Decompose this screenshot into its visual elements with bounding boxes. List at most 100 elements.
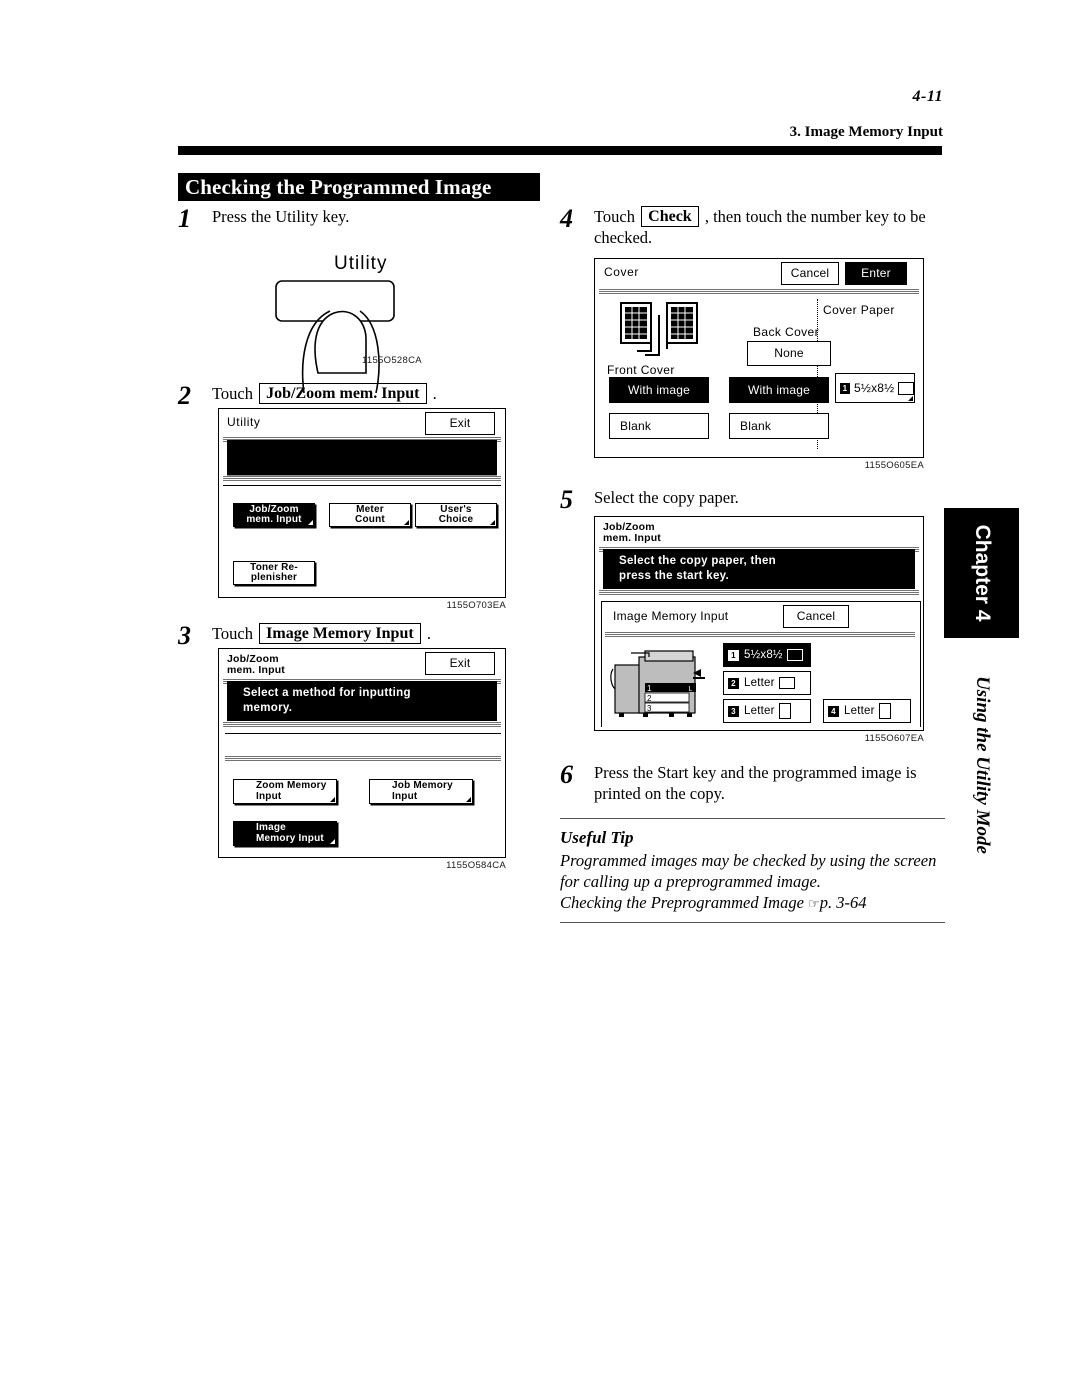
svg-text:2: 2 xyxy=(647,694,652,703)
paper-orientation-landscape-icon xyxy=(898,381,914,395)
step-4-text: Touch Check , then touch the number key … xyxy=(594,206,945,248)
cover-paper-size-label: 5½x8½ xyxy=(854,380,895,395)
tray-2-number: 2 xyxy=(728,677,739,689)
cover-paper-tray-number: 1 xyxy=(840,382,850,394)
lcd-cover-screen[interactable]: Cover Cancel Enter Back Cover Front Cove… xyxy=(594,258,924,458)
step-5-number: 5 xyxy=(560,485,573,514)
tray-3-number: 3 xyxy=(728,705,739,717)
step-4: 4 Touch Check , then touch the number ke… xyxy=(560,206,945,248)
exit-button[interactable]: Exit xyxy=(425,412,495,435)
lcd-cover-title: Cover xyxy=(604,265,640,279)
tray-4-label: Letter xyxy=(844,704,875,717)
front-cover-label: Front Cover xyxy=(607,363,675,377)
cancel-button[interactable]: Cancel xyxy=(781,262,839,285)
tray-3-label: Letter xyxy=(744,704,775,717)
back-cover-blank-button[interactable]: Blank xyxy=(729,413,829,439)
lcd-texture-bar-4 xyxy=(223,721,501,728)
lcd-button-image-memory-input-label: Image Memory Input xyxy=(256,822,324,844)
lcd-jobzoom-screen[interactable]: Job/Zoom mem. Input Exit Select a method… xyxy=(218,648,506,858)
cancel-button-2[interactable]: Cancel xyxy=(783,605,849,628)
utility-key-label: Utility xyxy=(334,253,388,274)
tray-1-number: 1 xyxy=(728,649,739,661)
figure-3-wrap: Job/Zoom mem. Input Exit Select a method… xyxy=(218,648,506,871)
tip-rule-top xyxy=(560,818,945,819)
chapter-tab-label: Chapter 4 xyxy=(970,524,994,622)
manual-page: 4-11 3. Image Memory Input Checking the … xyxy=(0,0,1080,1397)
cover-paper-size-button[interactable]: 1 5½x8½ xyxy=(835,373,915,403)
step-3-pre: Touch xyxy=(212,624,254,643)
lcd-button-job-memory-input[interactable]: Job Memory Input xyxy=(369,779,473,804)
lcd-image-memory-screen[interactable]: Job/Zoom mem. Input Select the copy pape… xyxy=(594,516,924,731)
lcd-utility-screen[interactable]: Utility Exit Job/Zoom mem. Input Meter C… xyxy=(218,408,506,598)
job-zoom-mem-input-key[interactable]: Job/Zoom mem. Input xyxy=(259,383,427,404)
lcd-button-meter-count[interactable]: Meter Count xyxy=(329,503,411,527)
lcd-button-job-memory-input-label: Job Memory Input xyxy=(392,780,453,802)
lcd-divider xyxy=(223,485,501,487)
lcd-button-job-zoom-mem-input[interactable]: Job/Zoom mem. Input xyxy=(233,503,315,527)
tray-3-orientation-icon xyxy=(778,703,791,719)
lcd-divider-2 xyxy=(225,733,501,735)
step-2-pre: Touch xyxy=(212,384,254,403)
step-3-number: 3 xyxy=(178,621,191,650)
lcd-button-toner-replenisher-label: Toner Re- plenisher xyxy=(250,561,298,583)
step-4-number: 4 xyxy=(560,204,573,233)
lcd-button-image-memory-input[interactable]: Image Memory Input xyxy=(233,821,337,846)
exit-button-2[interactable]: Exit xyxy=(425,652,495,675)
back-cover-with-image-button[interactable]: With image xyxy=(729,377,829,403)
chapter-subtitle-label: Using the Utility Mode xyxy=(971,676,993,854)
lcd-texture-bar-6 xyxy=(599,288,919,295)
front-cover-blank-button[interactable]: Blank xyxy=(609,413,709,439)
step-1-number: 1 xyxy=(178,204,191,233)
check-key[interactable]: Check xyxy=(641,206,699,227)
svg-text:1: 1 xyxy=(647,684,652,693)
lcd-jobzoom-message: Select a method for inputting memory. xyxy=(227,681,497,721)
tip-rule-bottom xyxy=(560,922,945,923)
lcd-button-users-choice-label: User's Choice xyxy=(438,503,474,525)
lcd-button-zoom-memory-input[interactable]: Zoom Memory Input xyxy=(233,779,337,804)
lcd-image-memory-title: Job/Zoom mem. Input xyxy=(603,521,662,544)
tray-1-label: 5½x8½ xyxy=(744,648,783,661)
enter-button[interactable]: Enter xyxy=(845,262,907,285)
front-cover-with-image-button[interactable]: With image xyxy=(609,377,709,403)
running-head: 3. Image Memory Input xyxy=(789,124,943,140)
figure-2-id: 1155O703EA xyxy=(446,600,506,611)
figure-1-id: 1155O528CA xyxy=(362,355,422,366)
chapter-subtitle: Using the Utility Mode xyxy=(944,650,1019,880)
step-2-post: . xyxy=(432,384,437,403)
step-2-number: 2 xyxy=(178,381,191,410)
lcd-button-meter-count-label: Meter Count xyxy=(355,503,385,525)
lcd-texture-bar-2 xyxy=(223,475,501,482)
step-5-text: Select the copy paper. xyxy=(594,488,739,507)
tray-button-2[interactable]: 2 Letter xyxy=(723,671,811,695)
figure-5-id: 1155O607EA xyxy=(864,733,924,744)
lcd-button-toner-replenisher[interactable]: Toner Re- plenisher xyxy=(233,561,315,585)
step-3: 3 Touch Image Memory Input . xyxy=(178,623,518,649)
tip-heading: Useful Tip xyxy=(560,828,634,847)
lcd-texture-bar-9 xyxy=(605,631,915,637)
image-memory-input-key[interactable]: Image Memory Input xyxy=(259,623,421,644)
cover-paper-label: Cover Paper xyxy=(823,303,895,317)
figure-utility-key: Utility 1155O528CA xyxy=(212,231,518,394)
tray-2-orientation-icon xyxy=(778,677,795,689)
lcd-utility-message-bar xyxy=(227,440,497,476)
step-3-post: . xyxy=(426,624,431,643)
step-4-pre: Touch xyxy=(594,207,636,226)
chapter-tab: Chapter 4 xyxy=(944,508,1019,638)
tray-button-3[interactable]: 3 Letter xyxy=(723,699,811,723)
lcd-utility-title: Utility xyxy=(227,415,261,429)
tray-button-1[interactable]: 1 5½x8½ xyxy=(723,643,811,667)
left-column: 1 Press the Utility key. Utility 1155O52… xyxy=(178,206,518,871)
figure-2-wrap: Utility Exit Job/Zoom mem. Input Meter C… xyxy=(218,408,506,611)
svg-text:3: 3 xyxy=(647,704,652,713)
back-cover-none-button[interactable]: None xyxy=(747,341,831,366)
step-2: 2 Touch Job/Zoom mem. Input . xyxy=(178,383,518,409)
lcd-button-users-choice[interactable]: User's Choice xyxy=(415,503,497,527)
lcd-button-zoom-memory-input-label: Zoom Memory Input xyxy=(256,780,327,802)
lcd-image-memory-subtitle: Image Memory Input xyxy=(613,609,729,623)
section-title: Checking the Programmed Image xyxy=(178,173,540,201)
step-2-text: Touch Job/Zoom mem. Input . xyxy=(212,383,518,404)
tray-button-4[interactable]: 4 Letter xyxy=(823,699,911,723)
svg-text:L: L xyxy=(689,686,693,693)
figure-5-wrap: Job/Zoom mem. Input Select the copy pape… xyxy=(594,516,924,744)
step-1: 1 Press the Utility key. xyxy=(178,206,518,232)
